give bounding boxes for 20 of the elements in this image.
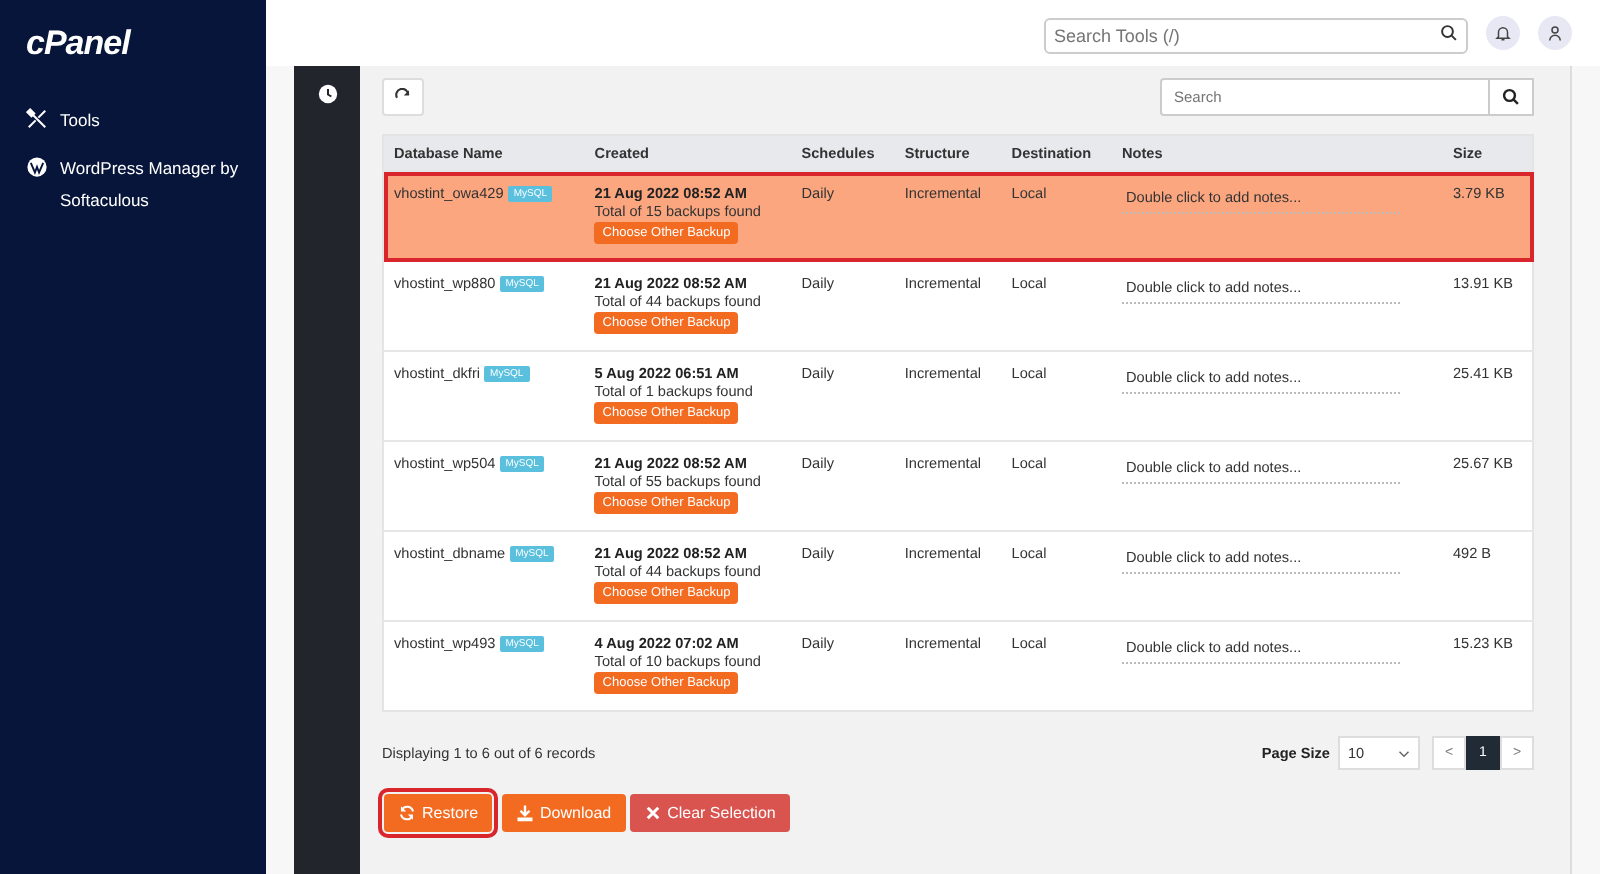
chevron-down-icon [1398,747,1410,759]
logo[interactable]: cPanel [26,24,266,64]
clock-icon[interactable] [317,84,337,104]
wordpress-icon [26,156,48,178]
search-button[interactable] [1490,78,1534,116]
search-icon [1440,24,1458,42]
close-icon [643,804,662,822]
tools-icon [26,108,48,130]
sidebar-item[interactable]: WordPress Manager by Softaculous [26,152,266,216]
sidebar-item[interactable]: Tools [26,104,266,136]
user-icon [1546,24,1564,42]
refresh-button[interactable] [382,78,424,116]
search-field[interactable]: Search Tools (/) [1044,17,1468,53]
download-icon [516,804,535,822]
bell-icon [1494,24,1512,42]
notifications-button[interactable] [1486,16,1520,50]
clear-button[interactable]: Clear Selection [629,794,790,832]
search-icon [1502,88,1520,106]
sync-icon [398,804,416,822]
user-button[interactable] [1538,16,1572,50]
